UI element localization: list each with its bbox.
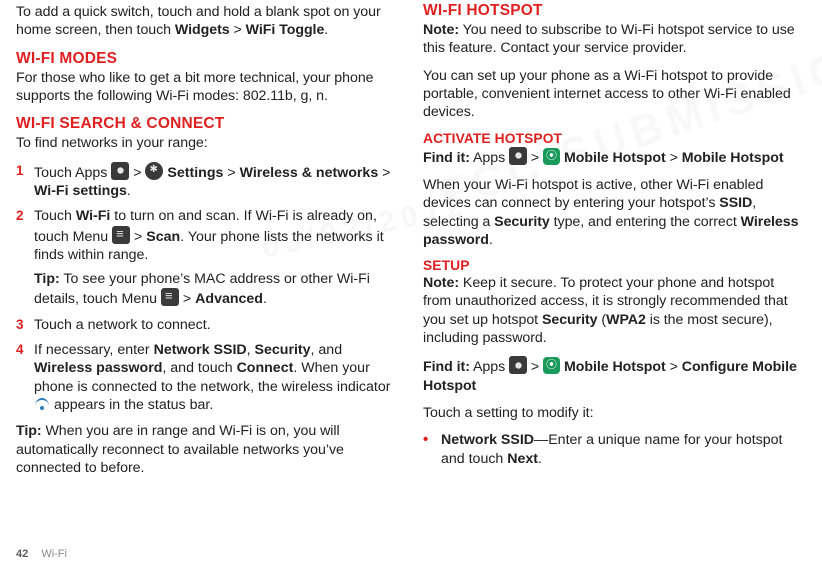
activate-hotspot-heading: Activate hotspot: [423, 131, 806, 146]
setup-bullets: Network SSID—Enter a unique name for you…: [423, 431, 806, 468]
hotspot-para2: You can set up your phone as a Wi-Fi hot…: [423, 67, 806, 122]
apps-icon: [509, 356, 527, 374]
setup-note: Note: Keep it secure. To protect your ph…: [423, 274, 806, 347]
menu-icon: [161, 288, 179, 306]
section-name: Wi-Fi: [41, 548, 67, 560]
settings-icon: [145, 162, 163, 180]
wifi-modes-text: For those who like to get a bit more tec…: [16, 69, 399, 106]
wifi-modes-heading: Wi-Fi modes: [16, 50, 399, 68]
step-1: 1 Touch Apps > Settings > Wireless & net…: [16, 162, 399, 201]
step-3: 3 Touch a network to connect.: [16, 316, 399, 334]
apps-icon: [111, 162, 129, 180]
step-4: 4 If necessary, enter Network SSID, Secu…: [16, 341, 399, 414]
wifi-search-heading: Wi-Fi search & connect: [16, 115, 399, 133]
apps-icon: [509, 147, 527, 165]
findit-setup: Find it: Apps > Mobile Hotspot > Configu…: [423, 356, 806, 395]
footer-tip: Tip: When you are in range and Wi-Fi is …: [16, 422, 399, 477]
page-content: To add a quick switch, touch and hold a …: [0, 0, 822, 540]
hotspot-icon: [543, 148, 560, 165]
intro-paragraph: To add a quick switch, touch and hold a …: [16, 3, 399, 40]
page-footer: 42 Wi-Fi: [16, 548, 67, 560]
wifi-indicator-icon: [34, 398, 50, 410]
bullet-ssid: Network SSID—Enter a unique name for you…: [423, 431, 806, 468]
wifi-hotspot-heading: Wi-Fi hotspot: [423, 2, 806, 20]
menu-icon: [112, 226, 130, 244]
search-steps: 1 Touch Apps > Settings > Wireless & net…: [16, 162, 399, 415]
right-column: Wi-Fi hotspot Note: You need to subscrib…: [423, 2, 806, 540]
step-2: 2 Touch Wi-Fi to turn on and scan. If Wi…: [16, 207, 399, 309]
left-column: To add a quick switch, touch and hold a …: [16, 2, 399, 540]
hotspot-note: Note: You need to subscribe to Wi-Fi hot…: [423, 21, 806, 58]
hotspot-icon: [543, 357, 560, 374]
page-number: 42: [16, 548, 28, 560]
activate-desc: When your Wi-Fi hotspot is active, other…: [423, 176, 806, 249]
setup-heading: Setup: [423, 258, 806, 273]
touch-line: Touch a setting to modify it:: [423, 404, 806, 422]
search-lead: To find networks in your range:: [16, 134, 399, 152]
findit-activate: Find it: Apps > Mobile Hotspot > Mobile …: [423, 147, 806, 167]
